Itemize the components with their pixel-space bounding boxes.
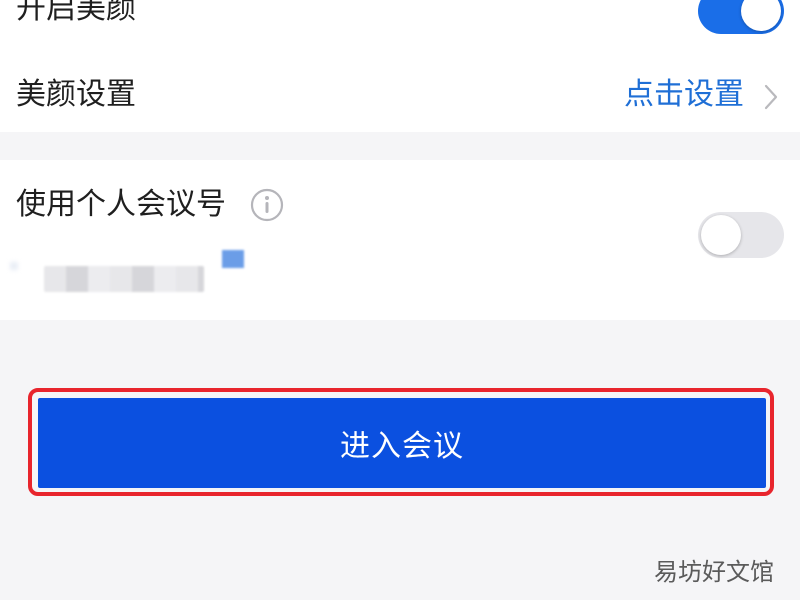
masked-meeting-number <box>44 266 204 292</box>
beauty-toggle-switch[interactable] <box>698 0 784 34</box>
beauty-toggle-label: 开启美颜 <box>16 0 136 26</box>
watermark: 易坊好文馆 <box>654 558 774 586</box>
beauty-settings-link[interactable]: 点击设置 <box>624 80 744 110</box>
toggle-knob <box>741 0 781 31</box>
personal-meeting-id-switch[interactable] <box>698 212 784 258</box>
toggle-knob <box>701 215 741 255</box>
beauty-settings-label: 美颜设置 <box>16 77 136 112</box>
info-icon[interactable] <box>250 188 284 222</box>
personal-meeting-section <box>0 160 800 320</box>
join-meeting-button[interactable]: 进入会议 <box>38 398 766 488</box>
personal-meeting-id-label: 使用个人会议号 <box>16 187 226 222</box>
masked-decoration <box>10 262 18 270</box>
masked-copy-icon <box>222 250 244 268</box>
chevron-right-icon[interactable] <box>764 84 778 110</box>
